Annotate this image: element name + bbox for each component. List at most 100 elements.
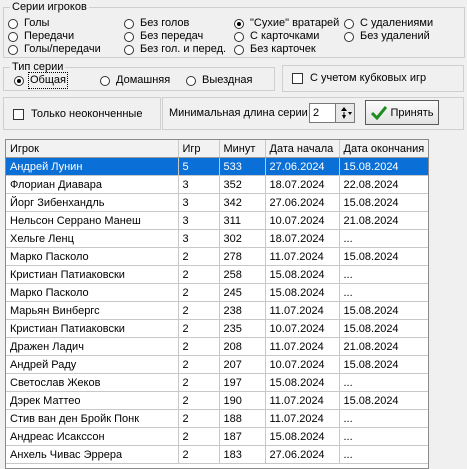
table-cell: 15.08.2024 (339, 157, 428, 176)
cup-games-checkbox[interactable]: С учетом кубковых игр (292, 72, 426, 84)
column-header[interactable]: Игр (178, 140, 220, 158)
radio-circle[interactable] (234, 44, 244, 55)
spinner-buttons[interactable] (335, 104, 354, 122)
series-option-7[interactable]: С карточками (234, 30, 319, 43)
table-cell: 27.06.2024 (265, 445, 340, 464)
series-option-2[interactable]: Голы/передачи (8, 43, 101, 56)
series-type-label: Домашняя (116, 74, 171, 86)
series-option-9[interactable]: С удалениями (344, 17, 433, 30)
radio-circle[interactable] (234, 31, 244, 42)
table-cell: 2 (178, 373, 220, 392)
column-header[interactable]: Минут (219, 140, 266, 158)
min-length-value[interactable]: 2 (313, 107, 319, 119)
radio-circle[interactable] (8, 44, 18, 55)
table-row[interactable]: Андрей Раду 2 207 10.07.2024 15.08.2024 (6, 355, 428, 374)
unfinished-label: Только неоконченные (31, 108, 143, 120)
series-type-option-0[interactable]: Общая (14, 72, 68, 89)
table-row[interactable]: Стив ван ден Бройк Понк 2 188 11.07.2024... (6, 409, 428, 428)
table-cell: 187 (219, 427, 266, 446)
table-row[interactable]: Кристиан Патиаковски 2 235 10.07.2024 15.08.… (6, 319, 428, 338)
players-table: Игрок Игр Минут Дата начала Дата окончания А… (6, 140, 428, 464)
table-cell: Хельге Ленц (6, 229, 179, 248)
table-row[interactable]: Хельге Ленц 3 302 18.07.2024... (6, 229, 428, 248)
table-cell: 11.07.2024 (265, 409, 340, 428)
radio-circle[interactable] (124, 31, 134, 42)
series-option-1[interactable]: Передачи (8, 30, 74, 43)
table-cell: Кристиан Патиаковски (6, 319, 179, 338)
table-row[interactable]: Светослав Жеков 2 197 15.08.2024... (6, 373, 428, 392)
table-cell: 533 (219, 157, 266, 176)
table-cell: 197 (219, 373, 266, 392)
table-row[interactable]: Марко Пасколо 2 245 15.08.2024... (6, 283, 428, 302)
column-header[interactable]: Дата окончания (339, 140, 428, 158)
table-cell: 311 (219, 211, 266, 230)
table-cell: 2 (178, 409, 220, 428)
up-down-arrows-icon[interactable] (336, 104, 354, 122)
table-cell: 11.07.2024 (265, 337, 340, 356)
table-cell: 2 (178, 265, 220, 284)
series-type-label: Выездная (202, 74, 253, 86)
table-row[interactable]: Кристиан Патиаковски 2 258 15.08.2024... (6, 265, 428, 284)
series-type-option-2[interactable]: Выездная (186, 74, 253, 87)
accept-label: Принять (390, 106, 434, 119)
table-cell: 11.07.2024 (265, 391, 340, 410)
table-cell: 235 (219, 319, 266, 338)
series-option-0[interactable]: Голы (8, 17, 49, 30)
min-length-label: Минимальная длина серии (169, 107, 308, 119)
radio-circle[interactable] (100, 75, 110, 86)
cup-games-box[interactable] (292, 72, 303, 84)
table-cell: Андрей Раду (6, 355, 179, 374)
series-option-10[interactable]: Без удалений (344, 30, 430, 43)
table-row[interactable]: Йорг Зибенхандль 3 342 27.06.2024 15.08.2024 (6, 193, 428, 212)
series-type-option-1[interactable]: Домашняя (100, 74, 170, 87)
unfinished-box[interactable] (13, 108, 24, 120)
table-cell: Андрей Лунин (6, 157, 179, 176)
unfinished-checkbox[interactable]: Только неоконченные (13, 108, 142, 120)
players-grid[interactable]: Игрок Игр Минут Дата начала Дата окончания А… (5, 139, 429, 469)
table-row[interactable]: Флориан Диавара 3 352 18.07.2024 22.08.2024 (6, 175, 428, 194)
table-cell: Андреас Исакссон (6, 427, 179, 446)
table-cell: 2 (178, 391, 220, 410)
table-row[interactable]: Андреас Исакссон 2 187 15.08.2024... (6, 427, 428, 446)
series-option-8[interactable]: Без карточек (234, 43, 316, 56)
table-cell: Стив ван ден Бройк Понк (6, 409, 179, 428)
table-cell: ... (339, 229, 428, 248)
table-cell: Дражен Ладич (6, 337, 179, 356)
series-option-label: Без гол. и перед. (140, 43, 227, 55)
table-cell: 2 (178, 355, 220, 374)
column-header[interactable]: Дата начала (265, 140, 340, 158)
table-cell: 2 (178, 445, 220, 464)
radio-circle[interactable] (234, 18, 244, 29)
table-cell: 352 (219, 175, 266, 194)
table-row[interactable]: Дэрек Маттео 2 190 11.07.2024 15.08.2024 (6, 391, 428, 410)
table-cell: 207 (219, 355, 266, 374)
series-option-label: Без передач (140, 30, 204, 42)
table-cell: 2 (178, 283, 220, 302)
table-cell: 21.08.2024 (339, 337, 428, 356)
table-row[interactable]: Андрей Лунин 5 533 27.06.2024 15.08.2024 (6, 157, 428, 176)
radio-circle[interactable] (124, 44, 134, 55)
table-row[interactable]: Анхель Чивас Эррера 2 183 27.06.2024... (6, 445, 428, 464)
min-length-spinner[interactable]: 2 (309, 103, 355, 123)
radio-circle[interactable] (186, 75, 196, 86)
table-cell: ... (339, 265, 428, 284)
radio-circle[interactable] (14, 75, 24, 86)
table-row[interactable]: Нельсон Серрано Манеш 3 311 10.07.2024 21.08… (6, 211, 428, 230)
radio-circle[interactable] (344, 18, 354, 29)
series-option-label: С удалениями (360, 17, 434, 29)
series-option-label: С карточками (250, 30, 320, 42)
series-option-3[interactable]: Без голов (124, 17, 189, 30)
series-option-6[interactable]: "Сухие" вратарей (234, 17, 339, 30)
radio-circle[interactable] (8, 18, 18, 29)
radio-circle[interactable] (344, 31, 354, 42)
column-header[interactable]: Игрок (6, 140, 179, 158)
series-option-5[interactable]: Без гол. и перед. (124, 43, 226, 56)
radio-circle[interactable] (124, 18, 134, 29)
table-row[interactable]: Марко Пасколо 2 278 11.07.2024 15.08.2024 (6, 247, 428, 266)
radio-circle[interactable] (8, 31, 18, 42)
series-option-4[interactable]: Без передач (124, 30, 203, 43)
table-row[interactable]: Марьян Винбергс 2 238 11.07.2024 15.08.2024 (6, 301, 428, 320)
accept-button[interactable]: Принять (365, 100, 439, 125)
table-row[interactable]: Дражен Ладич 2 208 11.07.2024 21.08.2024 (6, 337, 428, 356)
table-cell: Марьян Винбергс (6, 301, 179, 320)
